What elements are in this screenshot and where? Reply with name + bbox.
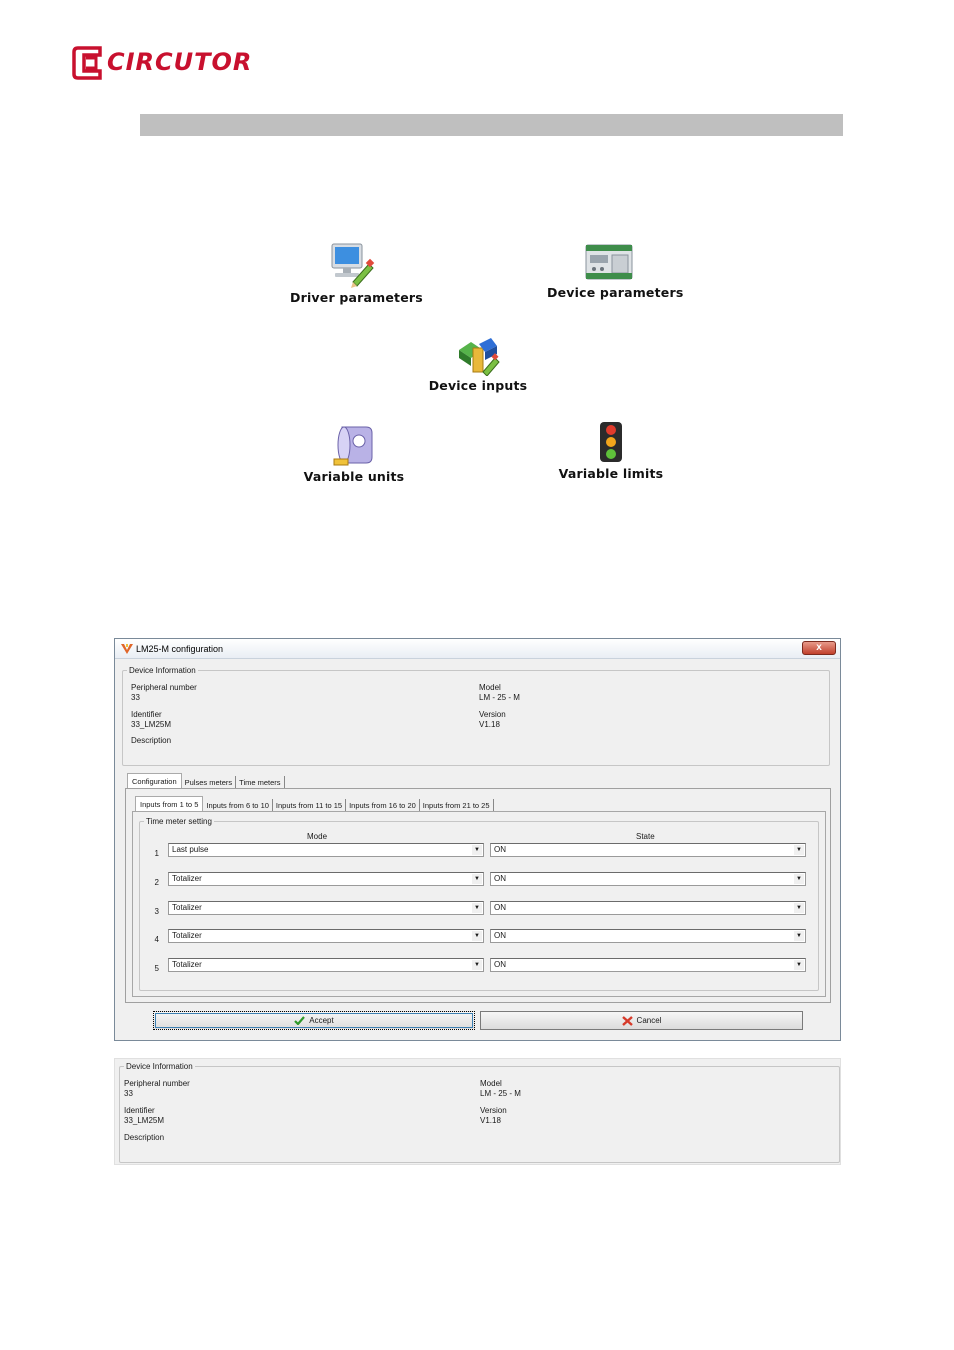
row-number: 3 bbox=[154, 907, 159, 916]
din-rail-device-icon bbox=[585, 244, 633, 280]
identifier-value: 33_LM25M bbox=[131, 720, 172, 729]
driver-parameters-item[interactable]: Driver parameters bbox=[290, 242, 423, 305]
driver-parameters-label: Driver parameters bbox=[290, 290, 423, 305]
mode-select[interactable]: Totalizer ▼ bbox=[168, 872, 484, 886]
identifier-label: Identifier bbox=[124, 1106, 155, 1115]
close-button[interactable]: x bbox=[802, 641, 836, 655]
device-inputs-label: Device inputs bbox=[428, 378, 528, 393]
configuration-dialog: LM25-M configuration x Device Informatio… bbox=[114, 638, 841, 1041]
accept-label: Accept bbox=[309, 1016, 334, 1025]
mode-value: Totalizer bbox=[172, 903, 202, 912]
identifier-value: 33_LM25M bbox=[124, 1116, 165, 1125]
state-value: ON bbox=[494, 874, 506, 883]
check-icon bbox=[294, 1016, 306, 1025]
state-column-header: State bbox=[636, 832, 655, 841]
chevron-down-icon[interactable]: ▼ bbox=[472, 903, 482, 913]
device-inputs-item[interactable]: Device inputs bbox=[422, 336, 534, 393]
device-information-group: Device Information bbox=[122, 666, 830, 766]
chevron-down-icon[interactable]: ▼ bbox=[794, 931, 804, 941]
description-label: Description bbox=[131, 736, 172, 745]
variable-units-item[interactable]: Variable units bbox=[302, 423, 406, 484]
chevron-down-icon[interactable]: ▼ bbox=[472, 931, 482, 941]
device-information-closeup: Device Information Peripheral number 33 … bbox=[114, 1058, 841, 1165]
state-select[interactable]: ON ▼ bbox=[490, 872, 806, 886]
device-information-legend: Device Information bbox=[129, 666, 196, 675]
state-select[interactable]: ON ▼ bbox=[490, 901, 806, 915]
state-value: ON bbox=[494, 931, 506, 940]
logo-text: CIRCUTOR bbox=[107, 48, 253, 76]
version-value: V1.18 bbox=[479, 720, 500, 729]
state-select[interactable]: ON ▼ bbox=[490, 929, 806, 943]
dialog-titlebar[interactable]: LM25-M configuration x bbox=[115, 639, 840, 659]
chevron-down-icon[interactable]: ▼ bbox=[472, 845, 482, 855]
state-value: ON bbox=[494, 845, 506, 854]
time-meter-setting-legend: Time meter setting bbox=[146, 817, 212, 826]
peripheral-number-value: 33 bbox=[124, 1089, 133, 1098]
variable-limits-item[interactable]: Variable limits bbox=[558, 420, 664, 481]
mode-value: Last pulse bbox=[172, 845, 209, 854]
peripheral-number-label: Peripheral number bbox=[131, 683, 197, 692]
version-label: Version bbox=[479, 710, 506, 719]
chevron-down-icon[interactable]: ▼ bbox=[794, 903, 804, 913]
cross-icon bbox=[621, 1015, 633, 1026]
tab-inputs-1-5[interactable]: Inputs from 1 to 5 bbox=[135, 796, 204, 812]
model-label: Model bbox=[480, 1079, 502, 1088]
accept-button[interactable]: Accept bbox=[153, 1011, 475, 1030]
chevron-down-icon[interactable]: ▼ bbox=[794, 960, 804, 970]
chevron-down-icon[interactable]: ▼ bbox=[794, 845, 804, 855]
tab-configuration[interactable]: Configuration bbox=[127, 773, 182, 789]
model-value: LM - 25 - M bbox=[479, 693, 520, 702]
state-value: ON bbox=[494, 960, 506, 969]
section-header-bar bbox=[140, 114, 843, 136]
chevron-down-icon[interactable]: ▼ bbox=[472, 874, 482, 884]
state-select[interactable]: ON ▼ bbox=[490, 958, 806, 972]
mode-value: Totalizer bbox=[172, 874, 202, 883]
cancel-label: Cancel bbox=[636, 1016, 662, 1025]
mode-select[interactable]: Totalizer ▼ bbox=[168, 958, 484, 972]
row-number: 2 bbox=[154, 878, 159, 887]
device-parameters-label: Device parameters bbox=[547, 285, 684, 300]
circutor-logo-mark-icon bbox=[72, 46, 102, 80]
main-tabs: Configuration Pulses meters Time meters bbox=[127, 773, 285, 789]
blocks-pencil-icon bbox=[459, 338, 500, 376]
mode-select[interactable]: Last pulse ▼ bbox=[168, 843, 484, 857]
variable-units-label: Variable units bbox=[303, 469, 405, 484]
mode-column-header: Mode bbox=[307, 832, 328, 841]
version-label: Version bbox=[480, 1106, 507, 1115]
variable-limits-label: Variable limits bbox=[558, 466, 664, 481]
peripheral-number-label: Peripheral number bbox=[124, 1079, 190, 1088]
state-value: ON bbox=[494, 903, 506, 912]
device-parameters-item[interactable]: Device parameters bbox=[547, 241, 684, 300]
input-range-tabs: Inputs from 1 to 5 Inputs from 6 to 10 I… bbox=[135, 796, 494, 812]
mode-value: Totalizer bbox=[172, 931, 202, 940]
traffic-light-icon bbox=[600, 422, 622, 462]
mode-select[interactable]: Totalizer ▼ bbox=[168, 929, 484, 943]
row-number: 1 bbox=[154, 849, 159, 858]
circutor-logo: CIRCUTOR bbox=[72, 46, 251, 82]
state-select[interactable]: ON ▼ bbox=[490, 843, 806, 857]
current-transformer-icon bbox=[333, 426, 373, 466]
mode-select[interactable]: Totalizer ▼ bbox=[168, 901, 484, 915]
app-icon bbox=[121, 644, 133, 654]
chevron-down-icon[interactable]: ▼ bbox=[794, 874, 804, 884]
model-value: LM - 25 - M bbox=[480, 1089, 521, 1098]
chevron-down-icon[interactable]: ▼ bbox=[472, 960, 482, 970]
description-label: Description bbox=[124, 1133, 165, 1142]
computer-pencil-icon bbox=[331, 243, 375, 288]
version-value: V1.18 bbox=[480, 1116, 501, 1125]
cancel-button[interactable]: Cancel bbox=[480, 1011, 803, 1030]
model-label: Model bbox=[479, 683, 501, 692]
device-information-legend: Device Information bbox=[126, 1062, 193, 1071]
peripheral-number-value: 33 bbox=[131, 693, 140, 702]
row-number: 4 bbox=[154, 935, 159, 944]
row-number: 5 bbox=[154, 964, 159, 973]
mode-value: Totalizer bbox=[172, 960, 202, 969]
identifier-label: Identifier bbox=[131, 710, 162, 719]
dialog-title: LM25-M configuration bbox=[136, 644, 224, 654]
